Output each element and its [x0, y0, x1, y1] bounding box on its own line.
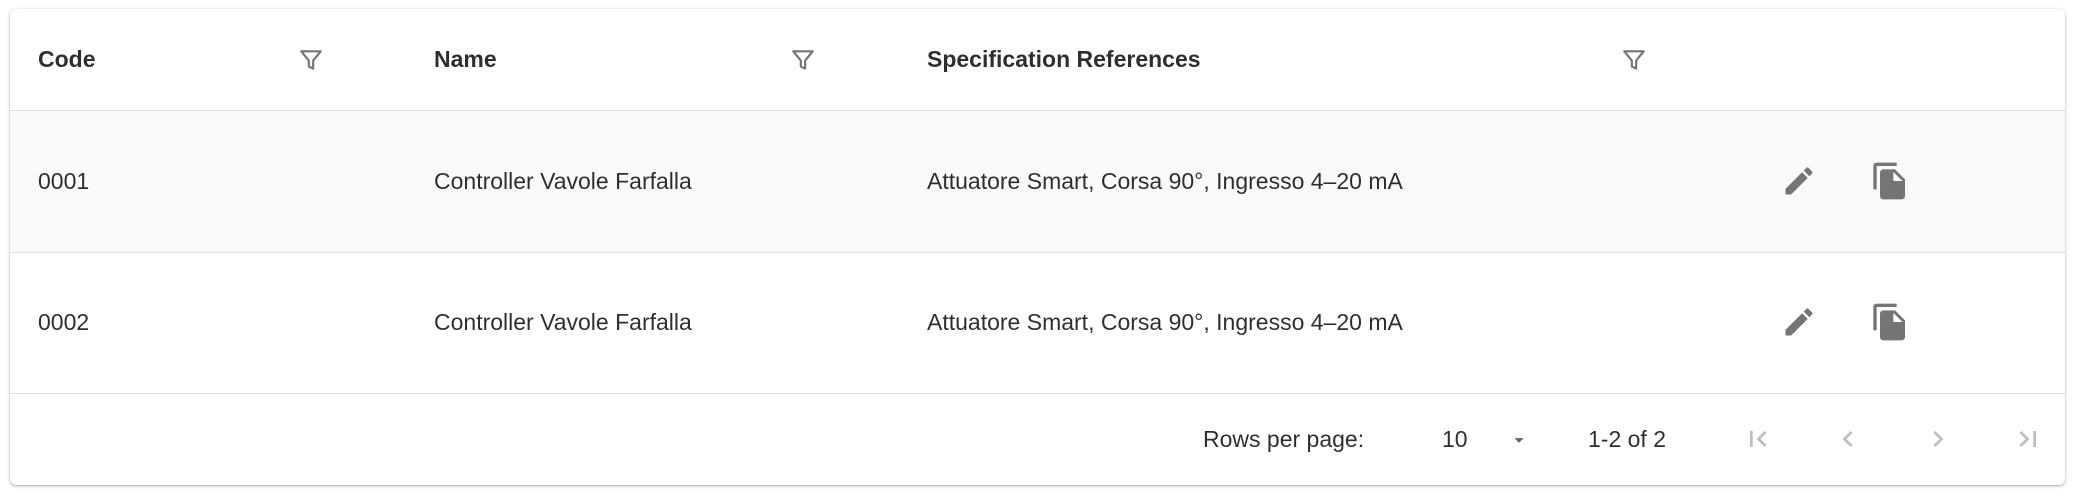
cell-name: Controller Vavole Farfalla: [434, 309, 692, 335]
edit-button[interactable]: [1775, 157, 1823, 205]
rows-per-page-select[interactable]: 10: [1430, 416, 1540, 462]
duplicate-button[interactable]: [1866, 298, 1914, 346]
rows-per-page-label: Rows per page:: [1203, 426, 1365, 452]
copy-icon: [1873, 303, 1905, 341]
previous-page-button[interactable]: [1824, 415, 1872, 463]
rows-per-page-value: 10: [1442, 425, 1468, 452]
copy-icon: [1873, 162, 1905, 200]
filter-icon[interactable]: [296, 45, 326, 75]
filter-icon[interactable]: [788, 45, 818, 75]
filter-icon[interactable]: [1619, 45, 1649, 75]
edit-button[interactable]: [1775, 298, 1823, 346]
pencil-icon: [1785, 308, 1813, 336]
last-page-button[interactable]: [2004, 415, 2052, 463]
last-page-icon: [2019, 431, 2036, 447]
next-page-button[interactable]: [1914, 415, 1962, 463]
table-row[interactable]: 0002 Controller Vavole Farfalla Attuator…: [10, 252, 2065, 394]
cell-specification-references: Attuatore Smart, Corsa 90°, Ingresso 4–2…: [927, 309, 1403, 335]
previous-page-icon: [1842, 431, 1853, 447]
table-header: Code Name Specification References: [10, 9, 2065, 111]
cell-code: 0001: [38, 168, 90, 194]
cell-code: 0002: [38, 309, 90, 335]
data-table-card: Code Name Specification References 0001 …: [10, 9, 2065, 485]
first-page-button[interactable]: [1734, 415, 1782, 463]
pagination-range: 1-2 of 2: [1588, 426, 1666, 452]
cell-name: Controller Vavole Farfalla: [434, 168, 692, 194]
next-page-icon: [1933, 431, 1944, 447]
pencil-icon: [1785, 167, 1813, 195]
column-header-code[interactable]: Code: [38, 9, 96, 110]
duplicate-button[interactable]: [1866, 157, 1914, 205]
column-header-specification-references[interactable]: Specification References: [927, 9, 1201, 110]
cell-specification-references: Attuatore Smart, Corsa 90°, Ingresso 4–2…: [927, 168, 1403, 194]
table-row[interactable]: 0001 Controller Vavole Farfalla Attuator…: [10, 111, 2065, 253]
column-header-name[interactable]: Name: [434, 9, 497, 110]
first-page-icon: [1750, 431, 1767, 447]
pagination-bar: Rows per page: 10 1-2 of 2: [10, 394, 2065, 485]
dropdown-arrow-icon: [1514, 438, 1524, 443]
